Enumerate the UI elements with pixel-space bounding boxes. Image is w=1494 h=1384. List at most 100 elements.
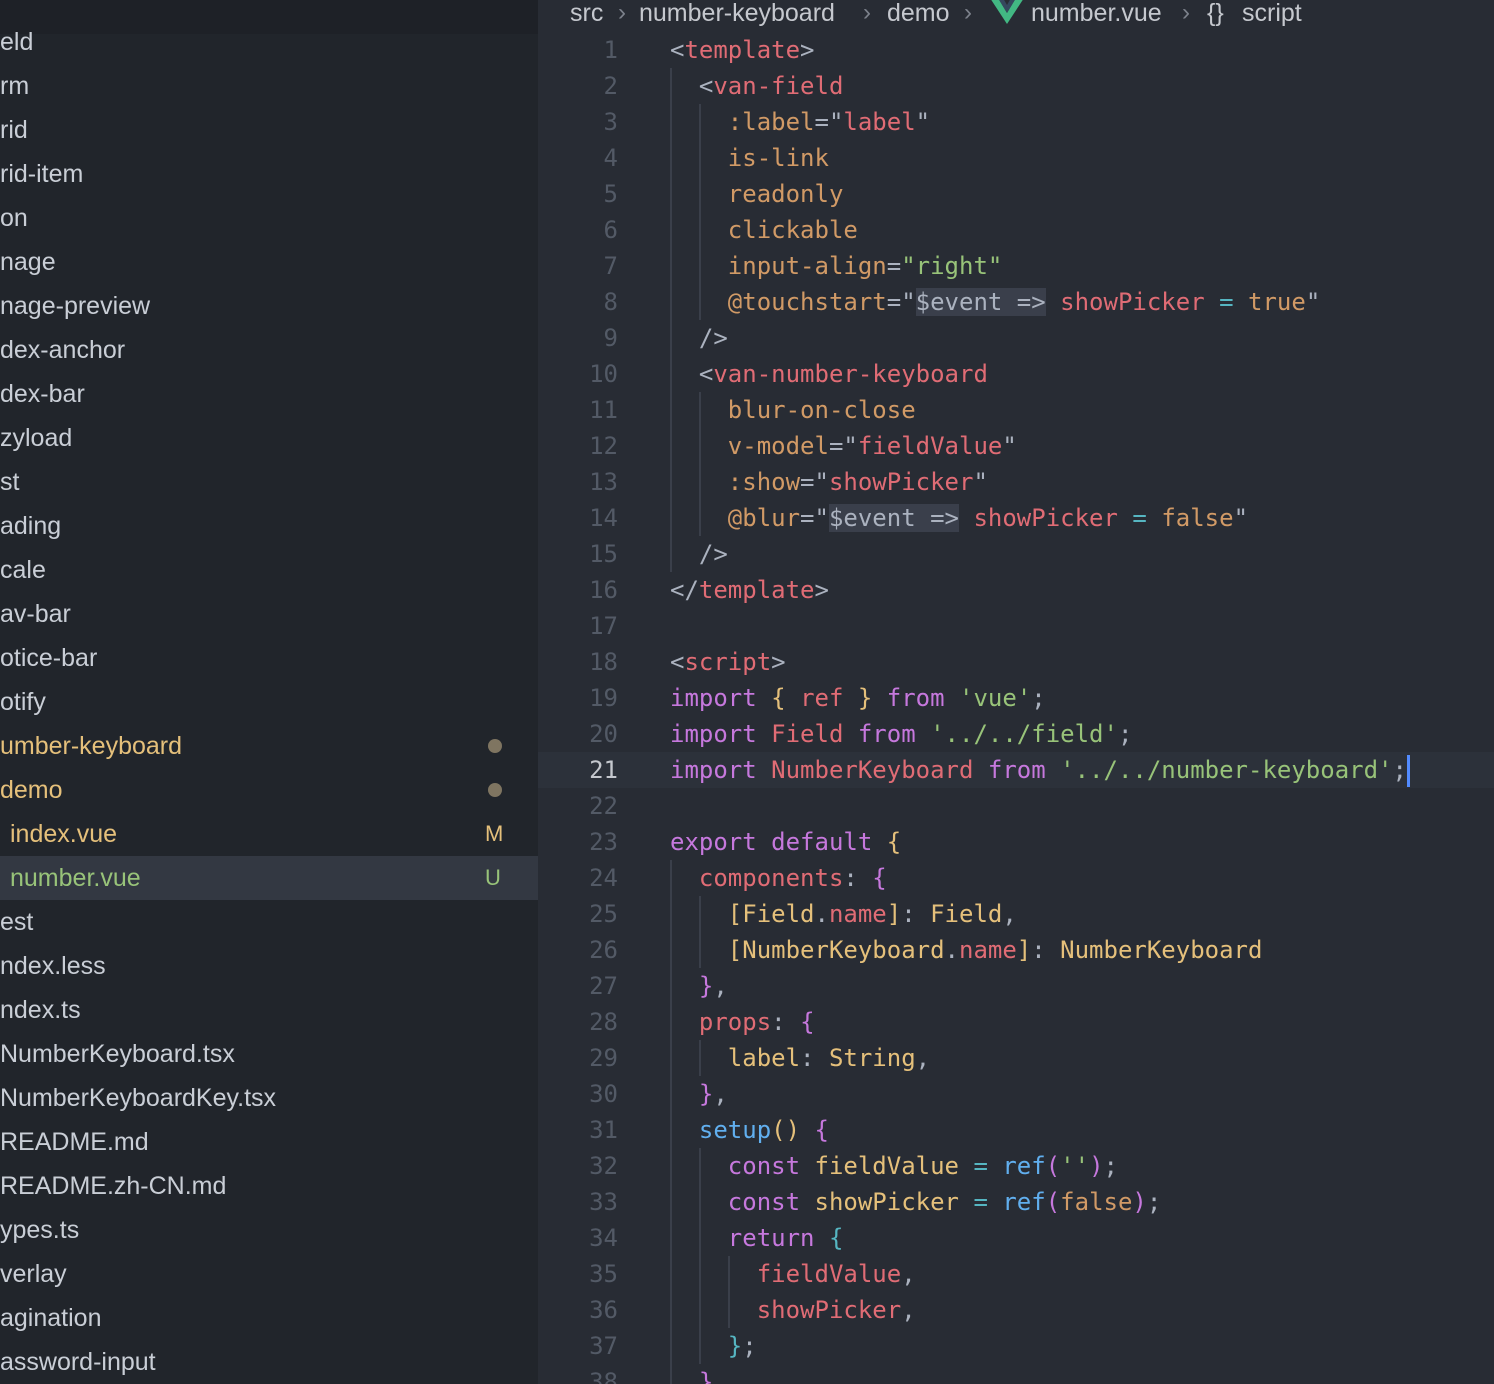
code-line[interactable]: 37 }; bbox=[538, 1328, 1494, 1364]
tree-item[interactable]: otice-bar bbox=[0, 636, 538, 680]
code-line[interactable]: 5 readonly bbox=[538, 176, 1494, 212]
code-line[interactable]: 18 <script> bbox=[538, 644, 1494, 680]
code-line[interactable]: 32 const fieldValue = ref(''); bbox=[538, 1148, 1494, 1184]
code-line[interactable]: 34 return { bbox=[538, 1220, 1494, 1256]
breadcrumb-src[interactable]: src bbox=[570, 0, 603, 26]
tree-item[interactable]: ndex.less bbox=[0, 944, 538, 988]
code-token: < bbox=[670, 648, 685, 676]
code-token: fieldValue bbox=[670, 1260, 902, 1288]
code-token: from bbox=[987, 756, 1046, 784]
code-line[interactable]: 33 const showPicker = ref(false); bbox=[538, 1184, 1494, 1220]
tree-item[interactable]: ypes.ts bbox=[0, 1208, 538, 1252]
tree-item[interactable]: dex-anchor bbox=[0, 328, 538, 372]
text-cursor bbox=[1406, 755, 1410, 787]
tree-item[interactable]: nage-preview bbox=[0, 284, 538, 328]
breadcrumb-symbol[interactable]: script bbox=[1242, 0, 1302, 26]
code-line[interactable]: 27 }, bbox=[538, 968, 1494, 1004]
code-line[interactable]: 6 clickable bbox=[538, 212, 1494, 248]
tree-item[interactable]: agination bbox=[0, 1296, 538, 1340]
code-text: props: { bbox=[670, 1004, 815, 1040]
tree-item[interactable]: rid bbox=[0, 108, 538, 152]
tree-item[interactable]: est bbox=[0, 900, 538, 944]
code-line[interactable]: 10 <van-number-keyboard bbox=[538, 356, 1494, 392]
code-line[interactable]: 29 label: String, bbox=[538, 1040, 1494, 1076]
tree-item[interactable]: nage bbox=[0, 240, 538, 284]
code-line[interactable]: 13 :show="showPicker" bbox=[538, 464, 1494, 500]
breadcrumb-demo[interactable]: demo bbox=[887, 0, 950, 26]
code-line[interactable]: 11 blur-on-close bbox=[538, 392, 1494, 428]
code-line[interactable]: 17 bbox=[538, 608, 1494, 644]
code-text: <van-field bbox=[670, 68, 844, 104]
code-line[interactable]: 8 @touchstart="$event => showPicker = tr… bbox=[538, 284, 1494, 320]
code-line[interactable]: 7 input-align="right" bbox=[538, 248, 1494, 284]
tree-item[interactable]: on bbox=[0, 196, 538, 240]
tree-item-label: nage bbox=[0, 248, 56, 276]
tree-item[interactable]: verlay bbox=[0, 1252, 538, 1296]
code-token: van-field bbox=[713, 72, 844, 100]
code-token: true bbox=[1248, 288, 1306, 316]
code-token: </ bbox=[670, 576, 699, 604]
code-line[interactable]: 25 [Field.name]: Field, bbox=[538, 896, 1494, 932]
tree-item-label: rid-item bbox=[0, 160, 84, 188]
code-line[interactable]: 36 showPicker, bbox=[538, 1292, 1494, 1328]
tree-item[interactable]: zyload bbox=[0, 416, 538, 460]
code-line[interactable]: 22 bbox=[538, 788, 1494, 824]
code-token: > bbox=[771, 648, 786, 676]
code-line[interactable]: 15 /> bbox=[538, 536, 1494, 572]
tree-item[interactable]: rid-item bbox=[0, 152, 538, 196]
breadcrumb-number-keyboard[interactable]: number-keyboard bbox=[639, 0, 835, 26]
code-line[interactable]: 26 [NumberKeyboard.name]: NumberKeyboard bbox=[538, 932, 1494, 968]
code-token: " bbox=[1002, 432, 1017, 460]
code-token: ; bbox=[1117, 720, 1133, 748]
code-line[interactable]: 3 :label="label" bbox=[538, 104, 1494, 140]
tree-item[interactable]: assword-input bbox=[0, 1340, 538, 1384]
tree-item[interactable]: NumberKeyboard.tsx bbox=[0, 1032, 538, 1076]
code-line[interactable]: 14 @blur="$event => showPicker = false" bbox=[538, 500, 1494, 536]
code-token: = bbox=[886, 252, 902, 280]
code-line[interactable]: 20 import Field from '../../field'; bbox=[538, 716, 1494, 752]
breadcrumb-file[interactable]: number.vue bbox=[1031, 0, 1162, 26]
line-number: 2 bbox=[603, 72, 618, 100]
tree-item[interactable]: index.vue M bbox=[0, 812, 538, 856]
code-token: from bbox=[886, 684, 945, 712]
code-line[interactable]: 9 /> bbox=[538, 320, 1494, 356]
code-line[interactable]: 23 export default { bbox=[538, 824, 1494, 860]
code-token: name bbox=[959, 936, 1017, 964]
code-line[interactable]: 24 components: { bbox=[538, 860, 1494, 896]
line-number: 37 bbox=[589, 1332, 618, 1360]
tree-item[interactable]: ading bbox=[0, 504, 538, 548]
code-line[interactable]: 30 }, bbox=[538, 1076, 1494, 1112]
code-line[interactable]: 28 props: { bbox=[538, 1004, 1494, 1040]
chevron-right-icon: › bbox=[964, 0, 972, 26]
code-line[interactable]: 38 } bbox=[538, 1364, 1494, 1384]
code-line[interactable]: 16 </template> bbox=[538, 572, 1494, 608]
code-line[interactable]: 19 import { ref } from 'vue'; bbox=[538, 680, 1494, 716]
tree-item[interactable]: st bbox=[0, 460, 538, 504]
code-token: " bbox=[973, 468, 988, 496]
code-line[interactable]: 2 <van-field bbox=[538, 68, 1494, 104]
tree-item[interactable]: rm bbox=[0, 64, 538, 108]
tree-item[interactable]: demo bbox=[0, 768, 538, 812]
code-line[interactable]: 31 setup() { bbox=[538, 1112, 1494, 1148]
tree-item[interactable]: dex-bar bbox=[0, 372, 538, 416]
tree-item[interactable]: cale bbox=[0, 548, 538, 592]
code-line[interactable]: 1 <template> bbox=[538, 32, 1494, 68]
tree-item[interactable]: NumberKeyboardKey.tsx bbox=[0, 1076, 538, 1120]
tree-item[interactable]: av-bar bbox=[0, 592, 538, 636]
code-line[interactable]: 4 is-link bbox=[538, 140, 1494, 176]
tree-item[interactable]: ndex.ts bbox=[0, 988, 538, 1032]
code-line[interactable]: 21 import NumberKeyboard from '../../numb… bbox=[538, 752, 1494, 788]
tree-item[interactable]: eld bbox=[0, 20, 538, 64]
code-token: NumberKeyboard bbox=[771, 756, 974, 784]
code-line[interactable]: 35 fieldValue, bbox=[538, 1256, 1494, 1292]
tree-item[interactable]: umber-keyboard bbox=[0, 724, 538, 768]
code-token: = bbox=[973, 1152, 988, 1180]
tree-item[interactable]: README.zh-CN.md bbox=[0, 1164, 538, 1208]
tree-item[interactable]: otify bbox=[0, 680, 538, 724]
tree-item[interactable]: README.md bbox=[0, 1120, 538, 1164]
code-text: clickable bbox=[670, 212, 858, 248]
tree-item[interactable]: number.vue U bbox=[0, 856, 538, 900]
code-lines[interactable]: 1 <template> 2 <van-field 3 :label="label" 4… bbox=[538, 32, 1494, 1384]
code-line[interactable]: 12 v-model="fieldValue" bbox=[538, 428, 1494, 464]
